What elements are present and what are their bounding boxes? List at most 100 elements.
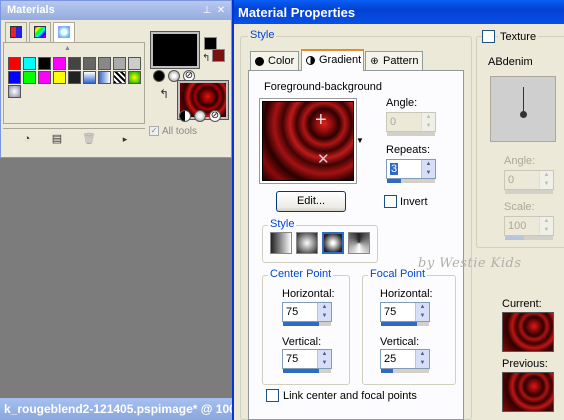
gradient-preview[interactable]: + ✕: [262, 101, 354, 181]
center-horizontal-arrows[interactable]: ▲ ▼: [317, 303, 331, 321]
dialog-title-bar[interactable]: Material Properties: [234, 0, 564, 24]
scale-value: 100: [508, 220, 527, 232]
tab-color[interactable]: Color: [250, 51, 299, 71]
swatch[interactable]: [113, 71, 126, 84]
swatch[interactable]: [68, 71, 81, 84]
swatch[interactable]: [128, 57, 141, 70]
center-point-marker[interactable]: +: [315, 110, 327, 130]
swatch[interactable]: [38, 57, 51, 70]
fill-style-icon[interactable]: [153, 70, 165, 82]
focal-vertical-arrows[interactable]: ▲ ▼: [415, 350, 429, 368]
swatch[interactable]: [98, 57, 111, 70]
materials-palette: Materials ⊥ ✕ ▲ ↰ ⊘ ↰ ⊘ ◔ ▤ 🗑 ▸ ✓ All to…: [0, 0, 232, 158]
previous-material-preview[interactable]: [502, 372, 554, 412]
swatch[interactable]: [38, 71, 51, 84]
swatch[interactable]: [128, 71, 141, 84]
focal-vertical-value[interactable]: 25: [384, 353, 396, 365]
invert-checkbox[interactable]: [384, 195, 397, 208]
focal-vertical-spinner[interactable]: 25 ▲ ▼: [380, 349, 430, 373]
swatch[interactable]: [53, 71, 66, 84]
link-points-checkbox[interactable]: [266, 389, 279, 402]
swatch[interactable]: [98, 71, 111, 84]
spectrum-tab-icon: [34, 26, 46, 38]
tab-gradient[interactable]: Gradient: [301, 49, 364, 71]
tab-rainbow[interactable]: [53, 22, 75, 43]
materials-title: Materials: [7, 4, 55, 16]
bg-texture-icon[interactable]: [194, 110, 206, 122]
texture-angle-track: [505, 190, 553, 194]
center-horizontal-spinner[interactable]: 75 ▲ ▼: [282, 302, 332, 326]
document-title: k_rougeblend2-121405.pspimage* @ 100: [4, 402, 232, 416]
pin-icon[interactable]: ⊥: [201, 5, 213, 17]
style-group-label: Style: [248, 29, 277, 41]
bg-transparent-icon[interactable]: ⊘: [209, 110, 221, 122]
swatch[interactable]: [53, 57, 66, 70]
focal-horizontal-spinner[interactable]: 75 ▲ ▼: [380, 302, 430, 326]
materials-title-bar[interactable]: Materials: [1, 1, 231, 20]
center-vertical-label: Vertical:: [282, 336, 322, 348]
focal-horizontal-arrows[interactable]: ▲ ▼: [415, 303, 429, 321]
foreground-material[interactable]: [151, 32, 199, 68]
focal-horizontal-value[interactable]: 75: [384, 306, 396, 318]
texture-preview[interactable]: [490, 76, 556, 142]
focal-point-marker[interactable]: ✕: [317, 152, 330, 167]
center-vertical-track[interactable]: [283, 369, 331, 373]
center-vertical-spinner[interactable]: 75 ▲ ▼: [282, 349, 332, 373]
center-point-label: Center Point: [268, 268, 334, 280]
gradient-dropdown-icon[interactable]: ▼: [356, 136, 364, 145]
scale-label: Scale:: [504, 201, 535, 213]
swatch[interactable]: [8, 57, 21, 70]
document-title-bar[interactable]: k_rougeblend2-121405.pspimage* @ 100: [0, 398, 232, 420]
bg-fill-style-icon[interactable]: [179, 110, 191, 122]
focal-vertical-label: Vertical:: [380, 336, 420, 348]
invert-label: Invert: [400, 196, 428, 208]
tab-spectrum[interactable]: [29, 22, 51, 42]
angle-slider-track: [387, 132, 435, 136]
tab-gradient-label: Gradient: [319, 54, 362, 66]
swatch[interactable]: [8, 71, 21, 84]
swatch[interactable]: [83, 57, 96, 70]
rectangular-style-button[interactable]: [296, 232, 318, 254]
edit-button[interactable]: Edit...: [276, 191, 346, 212]
radial-style-button[interactable]: [348, 232, 370, 254]
center-vertical-value[interactable]: 75: [286, 353, 298, 365]
all-tools-checkbox[interactable]: ✓: [149, 126, 159, 137]
tab-pattern[interactable]: ⊕ Pattern: [365, 51, 423, 71]
texture-checkbox[interactable]: [482, 30, 495, 43]
sunburst-style-button[interactable]: [322, 232, 344, 254]
palette-menu-icon[interactable]: ◔: [17, 130, 37, 148]
center-horizontal-value[interactable]: 75: [286, 306, 298, 318]
close-icon[interactable]: ✕: [215, 5, 227, 17]
swatch[interactable]: [68, 57, 81, 70]
swatch[interactable]: [113, 57, 126, 70]
current-material-preview: [502, 312, 554, 352]
swatch[interactable]: [23, 71, 36, 84]
focal-horizontal-label: Horizontal:: [380, 288, 433, 300]
background-color-small[interactable]: [212, 49, 225, 62]
material-properties-dialog: Material Properties Style Color Gradient…: [232, 0, 564, 420]
all-tools-label: All tools: [162, 126, 198, 137]
texture-angle-value: 0: [508, 174, 515, 186]
tab-color-label: Color: [268, 55, 295, 67]
swatch[interactable]: [83, 71, 96, 84]
linear-style-button[interactable]: [270, 232, 292, 254]
swatch[interactable]: [23, 57, 36, 70]
all-tools-option[interactable]: ✓ All tools: [149, 126, 197, 137]
repeats-spin-arrows[interactable]: ▲ ▼: [421, 160, 435, 178]
repeats-spinner[interactable]: 3 ▲ ▼: [386, 159, 436, 183]
tab-swatches[interactable]: [5, 22, 27, 42]
repeats-slider-track[interactable]: [387, 179, 435, 183]
center-vertical-arrows[interactable]: ▲ ▼: [317, 350, 331, 368]
delete-swatch-icon[interactable]: 🗑: [79, 130, 99, 148]
new-swatch-icon[interactable]: ▤: [47, 130, 67, 148]
more-options-icon[interactable]: ▸: [115, 130, 135, 148]
swatch[interactable]: [8, 85, 21, 98]
repeats-value[interactable]: 3: [390, 163, 399, 175]
scroll-up-icon[interactable]: ▲: [64, 45, 71, 52]
texture-angle-spinner: 0 ▲ ▼: [504, 170, 554, 194]
swap-colors-icon[interactable]: ↰: [202, 53, 210, 64]
focal-horizontal-track[interactable]: [381, 322, 429, 326]
focal-vertical-track[interactable]: [381, 369, 429, 373]
swap-materials-icon[interactable]: ↰: [159, 87, 169, 101]
center-horizontal-track[interactable]: [283, 322, 331, 326]
